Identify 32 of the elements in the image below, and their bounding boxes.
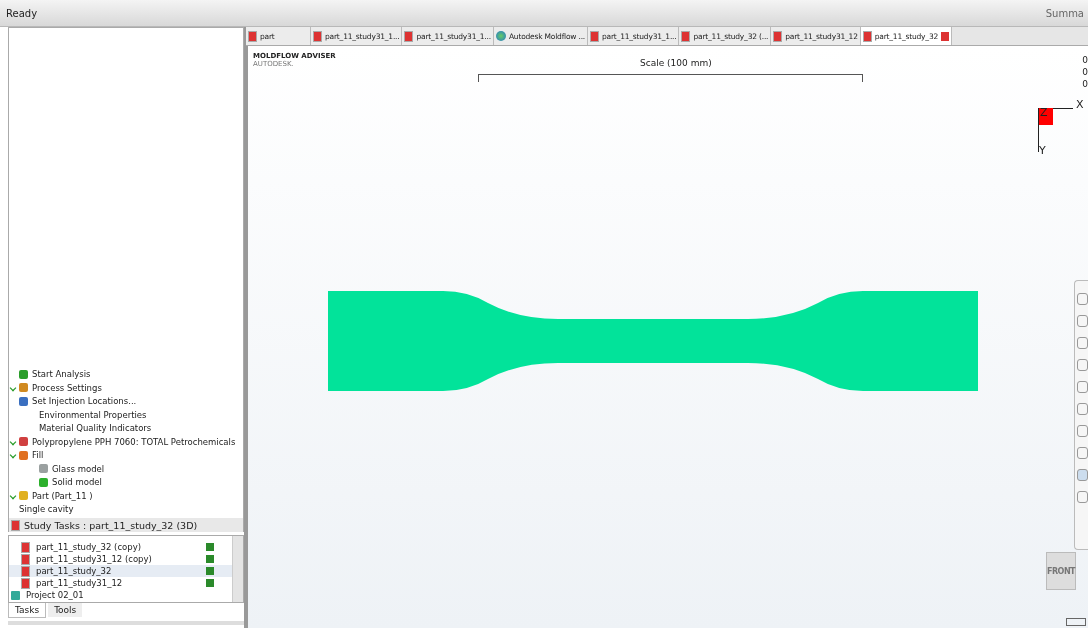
tree-item[interactable]: Process Settings xyxy=(32,382,102,393)
axis-label: Y xyxy=(1039,144,1046,157)
tree-item[interactable]: Start Analysis xyxy=(32,369,91,380)
tree-item[interactable]: Single cavity xyxy=(19,504,74,515)
readout: 0 xyxy=(1082,78,1088,90)
close-icon[interactable] xyxy=(941,31,950,41)
study-title: Study Tasks : part_11_study_32 (3D) xyxy=(24,519,198,531)
tree-item[interactable]: Polypropylene PPH 7060: TOTAL Petrochemicals xyxy=(32,436,236,447)
readout: 0 xyxy=(1082,66,1088,78)
tree-item[interactable]: Glass model xyxy=(52,463,105,474)
study-item[interactable]: part_11_study31_12 xyxy=(9,577,232,589)
panel-tab[interactable]: Tasks xyxy=(8,603,47,618)
project-item[interactable]: Project 02_01 xyxy=(9,589,232,601)
tree-item[interactable]: Fill xyxy=(32,450,44,461)
summary-button[interactable]: Summa xyxy=(1031,7,1084,19)
scrollbar[interactable] xyxy=(232,536,243,602)
study-item[interactable]: part_11_study31_12 (copy) xyxy=(9,553,232,565)
scale-label: Scale (100 mm) xyxy=(640,58,712,68)
axis-label: X xyxy=(1076,98,1084,111)
panel-tab[interactable]: Tools xyxy=(48,603,83,617)
study-item[interactable]: part_11_study_32 (copy) xyxy=(9,541,232,553)
readout: 0 xyxy=(1082,54,1088,66)
axis-triad xyxy=(1038,108,1073,152)
status-text: Ready xyxy=(6,7,38,19)
study-icon xyxy=(11,519,20,531)
tree-item[interactable]: Material Quality Indicators xyxy=(39,423,152,434)
study-item[interactable]: part_11_study_32 xyxy=(9,565,232,577)
axis-label: Z xyxy=(1040,106,1048,119)
tree-item[interactable]: Set Injection Locations... xyxy=(32,396,137,407)
tree-item[interactable]: Environmental Properties xyxy=(39,409,147,420)
tree-item[interactable]: Part (Part_11 ) xyxy=(32,490,93,501)
tree-item[interactable]: Solid model xyxy=(52,477,102,488)
